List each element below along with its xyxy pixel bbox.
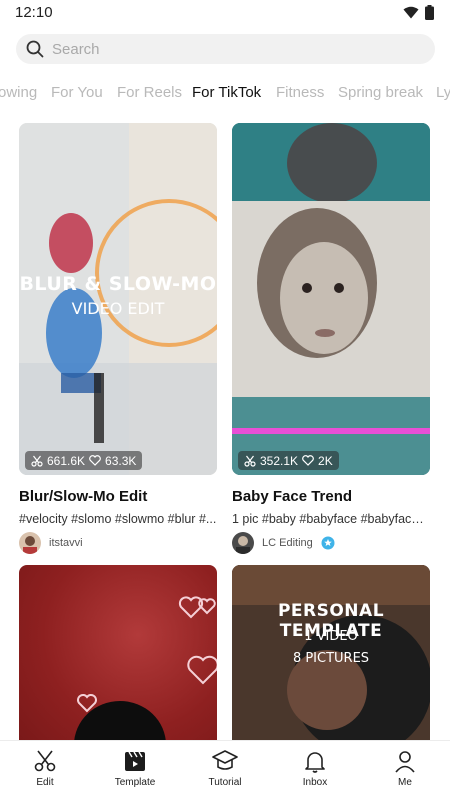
category-tabs: owing For You For Reels For TikTok Fitne…	[0, 82, 450, 106]
template-title[interactable]: Baby Face Trend	[232, 488, 352, 505]
template-thumbnail[interactable]: 352.1K 2K	[232, 123, 430, 475]
search-icon	[26, 40, 44, 58]
template-tags: #velocity #slomo #slowmo #blur #...	[19, 512, 217, 526]
author-name: itstavvi	[49, 537, 83, 549]
avatar	[19, 532, 41, 554]
thumbnail-image	[74, 596, 217, 740]
verified-badge-icon	[321, 536, 335, 550]
nav-label: Me	[398, 777, 412, 788]
tab-spring-break[interactable]: Spring break	[338, 84, 423, 101]
overlay-subtitle: VIDEO EDIT	[71, 299, 165, 318]
bottom-navigation: Edit Template Tutorial Inbox Me	[0, 740, 450, 800]
status-bar: 12:10	[0, 0, 450, 26]
tab-more[interactable]: Ly	[436, 84, 450, 101]
nav-label: Template	[114, 777, 156, 788]
template-tags: 1 pic #baby #babyface #babyfacetr...	[232, 512, 430, 526]
template-icon	[125, 751, 145, 771]
author-row[interactable]: LC Editing	[232, 532, 335, 554]
heart-icon	[89, 455, 101, 466]
nav-label: Inbox	[302, 777, 328, 788]
tab-for-you[interactable]: For You	[51, 84, 103, 101]
nav-tutorial[interactable]: Tutorial	[190, 749, 260, 788]
nav-inbox[interactable]: Inbox	[280, 749, 350, 788]
template-thumbnail[interactable]	[19, 565, 217, 740]
nav-template[interactable]: Template	[100, 749, 170, 788]
nav-me[interactable]: Me	[370, 749, 440, 788]
scissors-icon	[34, 750, 56, 772]
tab-fitness[interactable]: Fitness	[276, 84, 324, 101]
author-row[interactable]: itstavvi	[19, 532, 83, 554]
template-thumbnail[interactable]: PERSONAL TEMPLATE 1 VIDEO 8 PICTURES	[232, 565, 430, 740]
stats-badge: 661.6K 63.3K	[25, 451, 143, 470]
status-time: 12:10	[15, 4, 53, 21]
search-input[interactable]	[52, 40, 392, 58]
graduation-cap-icon	[212, 750, 238, 770]
person-icon	[395, 751, 415, 773]
tab-for-reels[interactable]: For Reels	[117, 84, 182, 101]
scissors-icon	[244, 455, 256, 467]
overlay-subtitle: 1 VIDEO	[304, 629, 358, 644]
stats-badge: 352.1K 2K	[238, 451, 339, 470]
uses-count: 352.1K	[260, 453, 299, 468]
nav-edit[interactable]: Edit	[10, 749, 80, 788]
wifi-icon	[403, 6, 419, 19]
likes-count: 2K	[318, 453, 333, 468]
nav-label: Tutorial	[208, 777, 242, 788]
thumbnail-image	[232, 123, 430, 475]
avatar	[232, 532, 254, 554]
template-title[interactable]: Blur/Slow-Mo Edit	[19, 488, 147, 505]
template-thumbnail[interactable]: BLUR & SLOW-MO VIDEO EDIT 661.6K 63.3K	[19, 123, 217, 475]
overlay-title: BLUR & SLOW-MO	[19, 273, 217, 295]
nav-label: Edit	[36, 777, 54, 788]
tab-for-tiktok[interactable]: For TikTok	[192, 84, 261, 101]
tab-following[interactable]: owing	[0, 84, 37, 101]
bell-icon	[305, 752, 325, 773]
likes-count: 63.3K	[105, 453, 137, 468]
status-icons	[403, 5, 434, 20]
author-name: LC Editing	[262, 537, 313, 549]
battery-icon	[425, 5, 434, 20]
search-bar[interactable]	[16, 34, 435, 64]
scissors-icon	[31, 455, 43, 467]
overlay-subtitle: 8 PICTURES	[292, 651, 370, 666]
heart-icon	[302, 455, 314, 466]
uses-count: 661.6K	[47, 453, 86, 468]
